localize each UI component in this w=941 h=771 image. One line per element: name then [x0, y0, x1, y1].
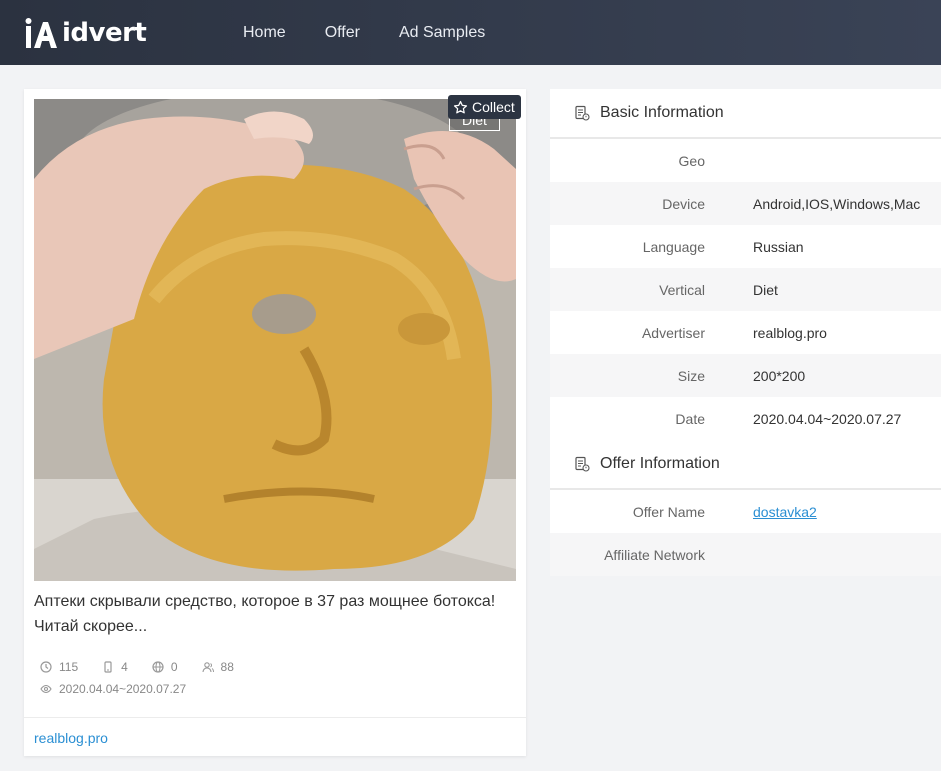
logo-icon	[25, 18, 57, 48]
basic-information-header: Basic Information	[550, 89, 941, 139]
document-info-icon	[575, 456, 590, 472]
info-row-size: Size 200*200	[550, 354, 941, 397]
ad-title: Аптеки скрывали средство, которое в 37 р…	[34, 593, 496, 635]
ad-card: Diet Collect Аптеки скрывали средство, к…	[24, 89, 526, 756]
advertiser-domain-link[interactable]: realblog.pro	[34, 728, 108, 748]
ad-stats: 115 4 0 88 2020.04.04~2020.07.27	[40, 656, 258, 700]
info-row-advertiser: Advertiser realblog.pro	[641, 324, 827, 341]
stat-date-range: 2020.04.04~2020.07.27	[40, 682, 186, 696]
stat-geos: 0	[152, 660, 178, 674]
nav-home[interactable]: Home	[243, 0, 286, 65]
eye-icon	[40, 684, 52, 694]
users-icon	[201, 662, 214, 673]
star-icon	[453, 100, 468, 113]
offer-information-panel: Offer Information Offer Name dostavka2 A…	[550, 440, 941, 576]
stat-views: 115	[40, 660, 78, 674]
collect-label: Collect	[472, 99, 515, 115]
info-row-affiliate-network: Affiliate Network	[550, 533, 941, 576]
logo-text: idvert	[62, 18, 147, 48]
offer-name-link[interactable]: dostavka2	[753, 504, 817, 520]
nav-ad-samples[interactable]: Ad Samples	[399, 0, 485, 65]
nav-offer[interactable]: Offer	[325, 0, 360, 65]
mobile-device-icon	[104, 661, 112, 673]
stat-devices: 4	[102, 660, 128, 674]
info-row-date: Date 2020.04.04~2020.07.27	[675, 410, 902, 427]
info-row-language: Language Russian	[642, 238, 804, 255]
basic-information-title: Basic Information	[600, 104, 724, 121]
info-row-offer-name: Offer Name dostavka2	[632, 503, 817, 520]
offer-information-title: Offer Information	[600, 455, 720, 472]
brand-logo[interactable]: idvert	[24, 16, 147, 50]
info-row-geo: Geo	[678, 152, 705, 169]
basic-information-panel: Basic Information Geo Device Android,IOS…	[550, 89, 941, 440]
ad-creative-image[interactable]	[34, 99, 516, 581]
card-divider	[24, 717, 526, 718]
stat-users: 88	[201, 660, 234, 674]
clock-icon	[40, 661, 52, 673]
main-nav: Home Offer Ad Samples	[243, 0, 524, 65]
info-row-vertical: Vertical Diet	[550, 268, 941, 311]
globe-icon	[152, 661, 164, 673]
document-info-icon	[575, 105, 590, 121]
top-navigation-bar: idvert Home Offer Ad Samples	[0, 0, 941, 65]
offer-information-header: Offer Information	[550, 440, 941, 490]
info-row-device: Device Android,IOS,Windows,Mac	[550, 182, 941, 225]
ad-photo-illustration	[34, 99, 516, 581]
collect-button[interactable]: Collect	[448, 95, 521, 119]
